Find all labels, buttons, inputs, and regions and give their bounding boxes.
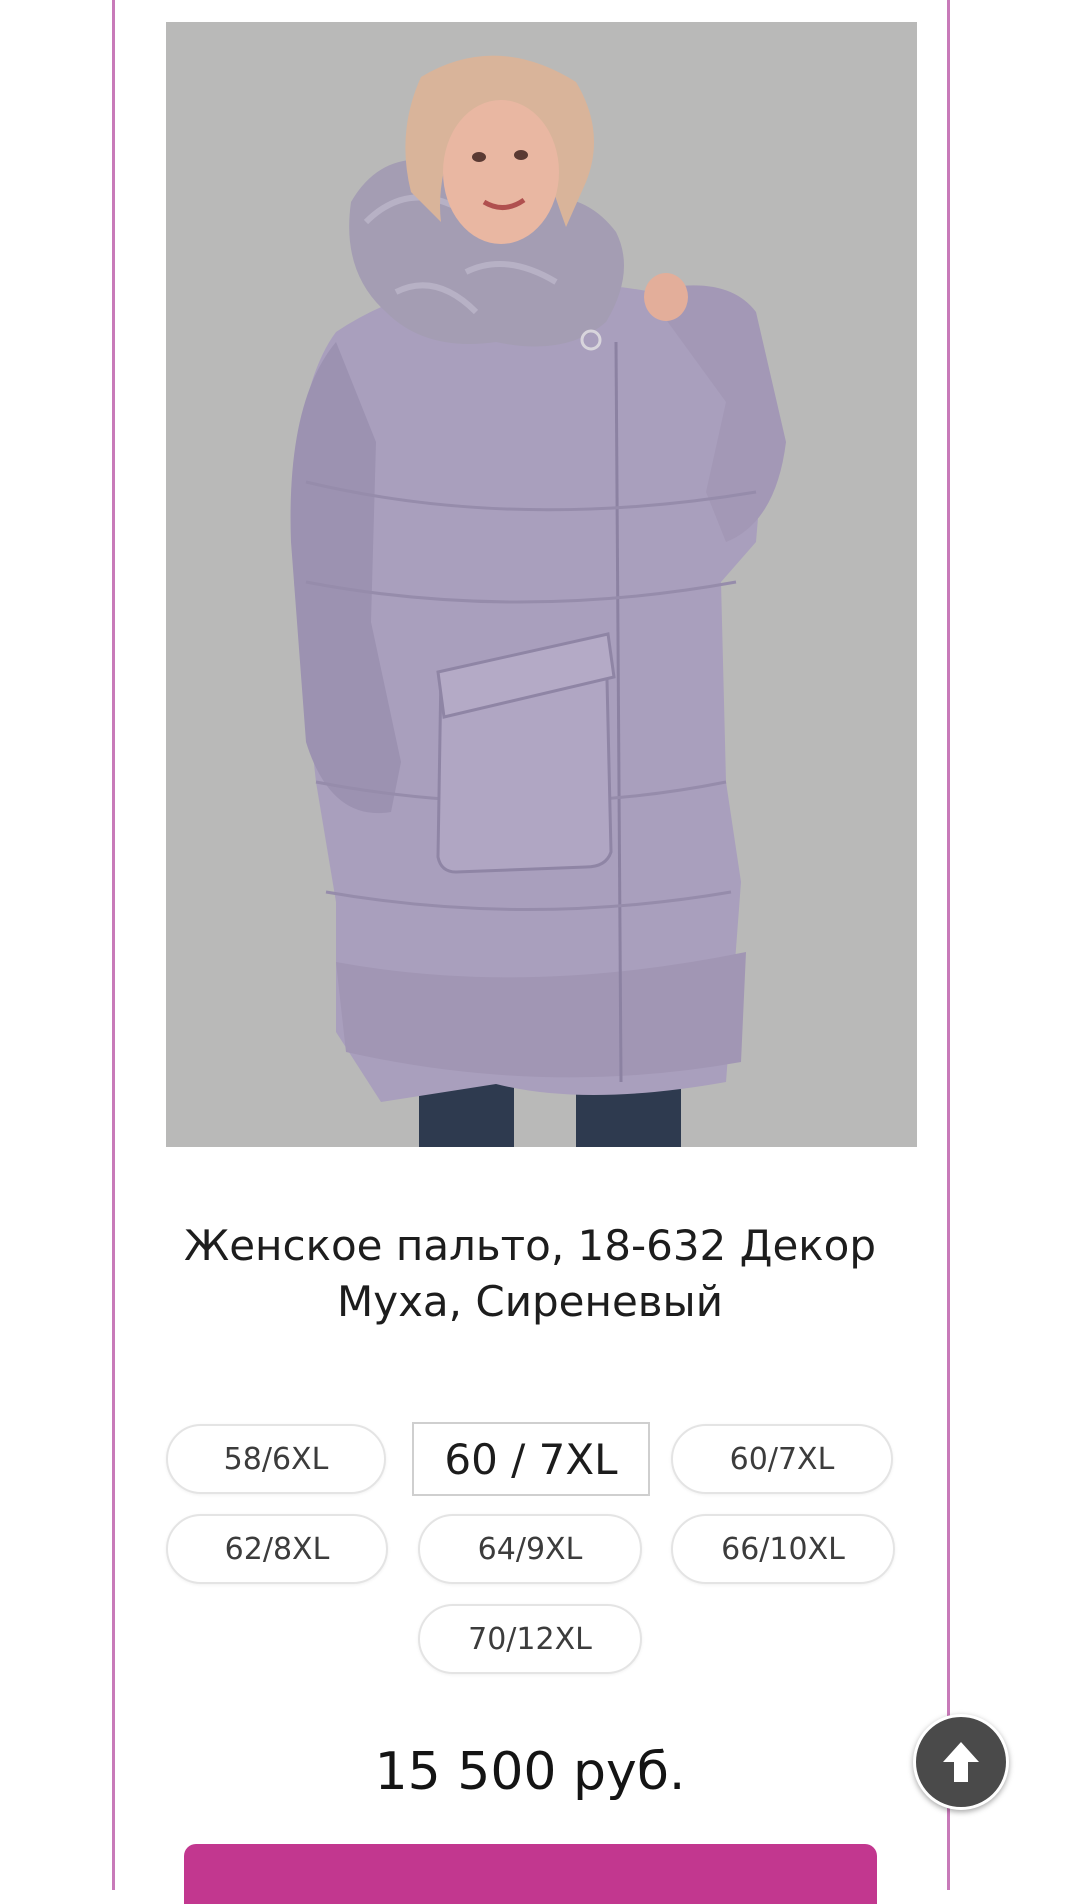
size-option-60-7xl-selected[interactable]: 60 / 7XL [412, 1422, 650, 1496]
product-price: 15 500 руб. [374, 1742, 686, 1802]
frame-border-left [112, 0, 115, 1890]
frame-border-right [947, 0, 950, 1890]
scroll-to-top-button[interactable] [913, 1714, 1009, 1810]
size-option-70-12xl[interactable]: 70/12XL [418, 1604, 642, 1674]
size-option-64-9xl[interactable]: 64/9XL [418, 1514, 642, 1584]
size-option-62-8xl[interactable]: 62/8XL [166, 1514, 388, 1584]
product-title-line1: Женское пальто, 18-632 Декор [183, 1221, 877, 1270]
size-option-58-6xl[interactable]: 58/6XL [166, 1424, 386, 1494]
coat-photo-illustration [166, 22, 917, 1147]
product-title-line2: Муха, Сиреневый [336, 1277, 724, 1326]
product-title: Женское пальто, 18-632 Декор Муха, Сирен… [120, 1218, 940, 1330]
size-option-66-10xl[interactable]: 66/10XL [671, 1514, 895, 1584]
arrow-up-icon [943, 1742, 979, 1782]
buy-button[interactable] [184, 1844, 877, 1904]
size-option-60-7xl[interactable]: 60/7XL [671, 1424, 893, 1494]
product-image[interactable] [166, 22, 917, 1147]
